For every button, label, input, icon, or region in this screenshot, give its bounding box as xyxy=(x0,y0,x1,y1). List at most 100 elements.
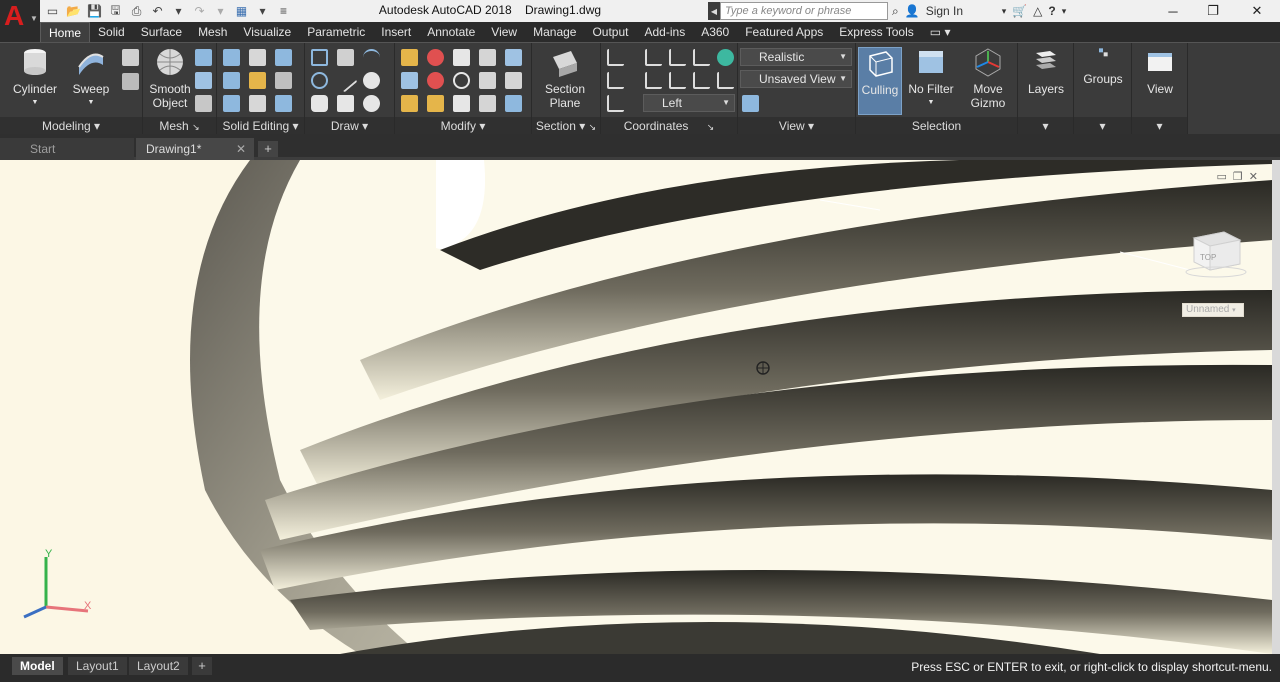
binoculars-icon[interactable]: ⌕ xyxy=(892,4,899,19)
subtract-icon[interactable] xyxy=(223,72,240,89)
workspace-dropdown-icon[interactable]: ▾ xyxy=(254,3,271,20)
arc-icon[interactable] xyxy=(363,49,380,66)
polygon-icon[interactable] xyxy=(311,95,328,112)
presspull-icon[interactable] xyxy=(122,73,139,90)
extract-edges-icon[interactable] xyxy=(275,49,292,66)
section-plane-button[interactable]: Section Plane xyxy=(540,47,590,110)
ucs-face-icon[interactable] xyxy=(693,49,710,66)
array-icon[interactable] xyxy=(479,95,496,112)
viewcube[interactable]: TOP xyxy=(1180,218,1250,278)
extrude-face-icon[interactable] xyxy=(122,49,139,66)
spline-icon[interactable] xyxy=(311,72,328,89)
helix-icon[interactable] xyxy=(337,49,354,66)
3d-align-icon[interactable] xyxy=(427,49,444,66)
ucs-z-icon[interactable] xyxy=(693,72,710,89)
tab-manage[interactable]: Manage xyxy=(525,22,584,42)
new-file-icon[interactable]: ▭ xyxy=(44,3,61,20)
tab-featured-apps[interactable]: Featured Apps xyxy=(737,22,831,42)
viewport-view-dropdown[interactable]: Left ▼ xyxy=(643,94,735,112)
panel-title-coordinates[interactable]: Coordinates ↘ xyxy=(601,117,737,135)
ucs-icon[interactable] xyxy=(607,49,624,66)
customize-qat-icon[interactable]: ≡ xyxy=(275,3,292,20)
redo-dropdown-icon[interactable]: ▾ xyxy=(212,3,229,20)
tab-add-ins[interactable]: Add-ins xyxy=(637,22,694,42)
search-expand-icon[interactable]: ◀ xyxy=(708,2,720,20)
open-file-icon[interactable]: 📂 xyxy=(65,3,82,20)
ucs-y-icon[interactable] xyxy=(669,72,686,89)
panel-title-draw[interactable]: Draw ▾ xyxy=(305,117,394,135)
layers-button[interactable]: Layers xyxy=(1020,47,1072,96)
panel-title-selection[interactable]: Selection xyxy=(856,117,1017,135)
copy-icon[interactable] xyxy=(479,49,496,66)
scale-icon[interactable] xyxy=(453,95,470,112)
3d-scale-icon[interactable] xyxy=(427,95,444,112)
ucs-world-icon[interactable] xyxy=(645,49,662,66)
redo-icon[interactable]: ↷ xyxy=(191,3,208,20)
circle-icon[interactable] xyxy=(363,72,380,89)
mesh-refine-icon[interactable] xyxy=(195,95,212,112)
region-icon[interactable] xyxy=(363,95,380,112)
explode-icon[interactable] xyxy=(505,49,522,66)
slice-icon[interactable] xyxy=(249,72,266,89)
search-input[interactable]: Type a keyword or phrase xyxy=(720,2,888,20)
restore-button[interactable]: ❐ xyxy=(1190,0,1236,22)
ucs-icon-toggle[interactable] xyxy=(717,49,734,66)
save-icon[interactable]: 💾 xyxy=(86,3,103,20)
trim-icon[interactable] xyxy=(401,49,418,66)
tab-visualize[interactable]: Visualize xyxy=(235,22,299,42)
plot-icon[interactable]: ⎙ xyxy=(128,3,145,20)
named-view-dropdown[interactable]: Unsaved View ▼ xyxy=(740,70,852,88)
tab-output[interactable]: Output xyxy=(584,22,636,42)
panel-title-solid-editing[interactable]: Solid Editing ▾ xyxy=(217,117,304,135)
mirror-icon[interactable] xyxy=(479,72,496,89)
tab-a360[interactable]: A360 xyxy=(693,22,737,42)
tab-start[interactable]: Start xyxy=(0,138,134,160)
fillet-icon[interactable] xyxy=(401,72,418,89)
smooth-object-button[interactable]: Smooth Object xyxy=(145,47,195,110)
mesh-smooth-less-icon[interactable] xyxy=(195,72,212,89)
separate-icon[interactable] xyxy=(275,95,292,112)
match-properties-icon[interactable] xyxy=(401,95,418,112)
ucs-origin-icon[interactable] xyxy=(607,72,624,89)
viewport-scrollbar[interactable] xyxy=(1272,160,1280,654)
panel-title-modify[interactable]: Modify ▾ xyxy=(395,117,531,135)
panel-title-modeling[interactable]: Modeling ▾ xyxy=(0,117,142,135)
new-layout-button[interactable]: + xyxy=(192,657,212,675)
ucs-x-icon[interactable] xyxy=(645,72,662,89)
panel-title-section[interactable]: Section ▾ ↘ xyxy=(532,117,600,135)
extrude-faces-icon[interactable] xyxy=(275,72,292,89)
autodesk-a360-icon[interactable]: △ xyxy=(1033,4,1042,18)
viewport-config-icon[interactable] xyxy=(742,95,759,112)
rectangular-array-icon[interactable] xyxy=(505,95,522,112)
ucs-view-icon[interactable] xyxy=(607,95,624,112)
move-gizmo-button[interactable]: Move Gizmo xyxy=(962,47,1014,110)
3d-rotate-icon[interactable] xyxy=(427,72,444,89)
viewport-restore-icon[interactable]: ❐ xyxy=(1233,170,1243,183)
tab-solid[interactable]: Solid xyxy=(90,22,133,42)
interfere-icon[interactable] xyxy=(249,49,266,66)
viewport-minimize-icon[interactable]: ▭ xyxy=(1217,170,1227,183)
model-viewport[interactable]: ▭ ❐ ✕ TOP Unnamed ▾ Y X xyxy=(0,160,1272,654)
ribbon-options-icon[interactable]: ▭ ▾ xyxy=(922,22,959,42)
tab-parametric[interactable]: Parametric xyxy=(299,22,373,42)
tab-mesh[interactable]: Mesh xyxy=(190,22,235,42)
help-icon[interactable]: ? xyxy=(1048,4,1055,18)
culling-button[interactable]: Culling xyxy=(858,47,902,115)
tab-layout1[interactable]: Layout1 xyxy=(68,657,127,675)
no-filter-button[interactable]: No Filter ▼ xyxy=(906,47,956,110)
save-as-icon[interactable]: 🖫 xyxy=(107,3,124,20)
line-icon[interactable] xyxy=(333,68,358,93)
application-menu-button[interactable]: A ▼ xyxy=(0,0,40,40)
viewport-close-icon[interactable]: ✕ xyxy=(1249,170,1258,183)
cylinder-button[interactable]: Cylinder ▼ xyxy=(10,47,60,110)
groups-button[interactable]: Groups xyxy=(1076,47,1130,86)
panel-title-view-2[interactable]: ▾ xyxy=(1132,117,1187,135)
undo-dropdown-icon[interactable]: ▾ xyxy=(170,3,187,20)
union-icon[interactable] xyxy=(223,49,240,66)
store-cart-icon[interactable]: 🛒 xyxy=(1012,4,1027,18)
tab-layout2[interactable]: Layout2 xyxy=(129,657,188,675)
tab-model[interactable]: Model xyxy=(12,657,63,675)
tab-home[interactable]: Home xyxy=(40,22,91,42)
close-window-button[interactable]: ✕ xyxy=(1234,0,1280,22)
sign-in-dropdown-icon[interactable]: ▾ xyxy=(1002,6,1007,17)
